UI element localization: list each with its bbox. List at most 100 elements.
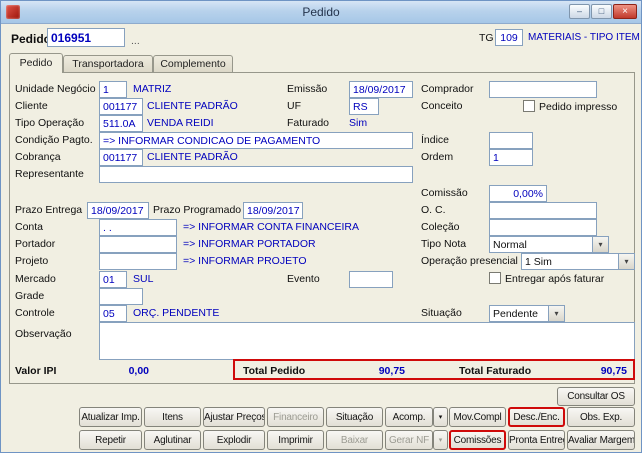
explodir-button[interactable]: Explodir: [203, 430, 265, 450]
total-pedido-value: 90,75: [378, 365, 405, 377]
ordem-label: Ordem: [421, 151, 454, 163]
gerar-nf-button: Gerar NF: [385, 430, 433, 450]
portador-desc: => INFORMAR PORTADOR: [183, 238, 316, 250]
tipo-nota-label: Tipo Nota: [421, 238, 467, 250]
pedido-number-field[interactable]: 016951: [47, 28, 125, 47]
dropdown-arrow-icon[interactable]: ▾: [618, 254, 634, 269]
entregar-apos-faturar-checkbox[interactable]: [489, 272, 501, 284]
mercado-field[interactable]: 01: [99, 271, 127, 288]
mov-compl-button[interactable]: Mov.Compl: [449, 407, 506, 427]
pedido-window: Pedido – □ × Pedido 016951 ... TG 109 MA…: [0, 0, 642, 453]
uf-field[interactable]: RS: [349, 98, 379, 115]
consultar-os-button[interactable]: Consultar OS: [557, 387, 635, 406]
unidade-negocio-field[interactable]: 1: [99, 81, 127, 98]
valor-ipi-label: Valor IPI: [15, 365, 57, 377]
itens-button[interactable]: Itens: [144, 407, 201, 427]
colecao-field[interactable]: [489, 219, 597, 236]
projeto-desc: => INFORMAR PROJETO: [183, 255, 307, 267]
controle-desc: ORÇ. PENDENTE: [133, 307, 220, 319]
condicao-pagto-field[interactable]: => INFORMAR CONDICAO DE PAGAMENTO: [99, 132, 413, 149]
indice-field[interactable]: [489, 132, 533, 149]
dropdown-arrow-icon[interactable]: ▾: [548, 306, 564, 321]
cliente-desc: CLIENTE PADRÃO: [147, 100, 238, 112]
pronta-entrega-button[interactable]: Pronta Entrega: [508, 430, 565, 450]
tipo-operacao-field[interactable]: 511.0A: [99, 115, 143, 132]
controle-label: Controle: [15, 307, 55, 319]
operacao-presencial-select[interactable]: 1 Sim ▾: [521, 253, 635, 270]
comissoes-button[interactable]: Comissões: [449, 430, 506, 450]
evento-field[interactable]: [349, 271, 393, 288]
pedido-lookup-button[interactable]: ...: [131, 35, 140, 47]
pedido-impresso-checkbox[interactable]: [523, 100, 535, 112]
tipo-nota-select[interactable]: Normal ▾: [489, 236, 609, 253]
portador-field[interactable]: [99, 236, 177, 253]
condicao-pagto-label: Condição Pagto.: [15, 134, 93, 146]
acomp-button[interactable]: Acomp.: [385, 407, 433, 427]
representante-label: Representante: [15, 168, 84, 180]
comissao-field[interactable]: 0,00%: [489, 185, 547, 202]
financeiro-button: Financeiro: [267, 407, 324, 427]
ordem-field[interactable]: 1: [489, 149, 533, 166]
comprador-label: Comprador: [421, 83, 474, 95]
atualizar-imp-button[interactable]: Atualizar Imp.: [79, 407, 142, 427]
cliente-field[interactable]: 001177: [99, 98, 143, 115]
tab-complemento[interactable]: Complemento: [153, 55, 233, 72]
conceito-label: Conceito: [421, 100, 463, 112]
unidade-negocio-desc: MATRIZ: [133, 83, 172, 95]
avaliar-margem-button[interactable]: Avaliar Margem: [567, 430, 635, 450]
emissao-label: Emissão: [287, 83, 328, 95]
emissao-field[interactable]: 18/09/2017: [349, 81, 413, 98]
dropdown-arrow-icon[interactable]: ▾: [592, 237, 608, 252]
indice-label: Índice: [421, 134, 450, 146]
aglutinar-button[interactable]: Aglutinar: [144, 430, 201, 450]
controle-field[interactable]: 05: [99, 305, 127, 322]
minimize-button[interactable]: –: [569, 4, 590, 19]
portador-label: Portador: [15, 238, 56, 250]
mercado-label: Mercado: [15, 273, 56, 285]
conta-field[interactable]: . .: [99, 219, 177, 236]
baixar-button: Baixar: [326, 430, 383, 450]
valor-ipi-value: 0,00: [128, 365, 149, 377]
projeto-field[interactable]: [99, 253, 177, 270]
tg-field[interactable]: 109: [495, 29, 523, 46]
situacao-label: Situação: [421, 307, 462, 319]
cobranca-desc: CLIENTE PADRÃO: [147, 151, 238, 163]
close-button[interactable]: ×: [613, 4, 637, 19]
situacao-select[interactable]: Pendente ▾: [489, 305, 565, 322]
observacao-field[interactable]: [99, 322, 635, 360]
situacao-button[interactable]: Situação: [326, 407, 383, 427]
tab-pedido[interactable]: Pedido: [9, 53, 63, 73]
faturado-label: Faturado: [287, 117, 330, 129]
repetir-button[interactable]: Repetir: [79, 430, 142, 450]
tg-label: TG: [479, 32, 494, 44]
total-faturado-value: 90,75: [600, 365, 627, 377]
total-pedido-label: Total Pedido: [243, 365, 306, 377]
representante-field[interactable]: [99, 166, 413, 183]
grade-label: Grade: [15, 290, 45, 302]
oc-field[interactable]: [489, 202, 597, 219]
obs-exp-button[interactable]: Obs. Exp.: [567, 407, 635, 427]
mercado-desc: SUL: [133, 273, 154, 285]
tab-transportadora[interactable]: Transportadora: [63, 55, 153, 72]
window-title: Pedido: [302, 5, 340, 19]
grade-field[interactable]: [99, 288, 143, 305]
prazo-programado-field[interactable]: 18/09/2017: [243, 202, 303, 219]
operacao-presencial-value: 1 Sim: [525, 256, 552, 268]
maximize-button[interactable]: □: [591, 4, 612, 19]
comprador-field[interactable]: [489, 81, 597, 98]
titlebar[interactable]: Pedido – □ ×: [1, 1, 641, 24]
cobranca-field[interactable]: 001177: [99, 149, 143, 166]
acomp-dropdown-button[interactable]: ▾: [433, 407, 448, 427]
cliente-label: Cliente: [15, 100, 48, 112]
operacao-presencial-label: Operação presencial: [421, 255, 518, 267]
oc-label: O. C.: [421, 204, 446, 216]
cobranca-label: Cobrança: [15, 151, 61, 163]
conta-label: Conta: [15, 221, 44, 233]
uf-label: UF: [287, 100, 301, 112]
prazo-entrega-field[interactable]: 18/09/2017: [87, 202, 149, 219]
projeto-label: Projeto: [15, 255, 49, 267]
imprimir-button[interactable]: Imprimir: [267, 430, 324, 450]
ajustar-precos-button[interactable]: Ajustar Preços: [203, 407, 265, 427]
desc-enc-button[interactable]: Desc./Enc.: [508, 407, 565, 427]
total-faturado-label: Total Faturado: [459, 365, 532, 377]
